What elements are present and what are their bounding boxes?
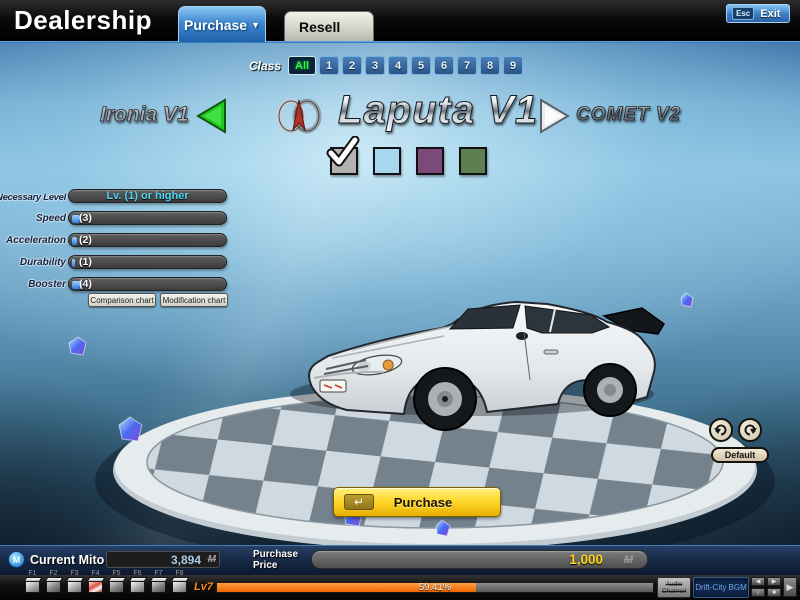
necessary-level-bar: Lv. (1) or higher [68,189,227,203]
current-mito-value: 3,894 [170,552,201,567]
top-bar: Dealership Purchase ▼ Resell Esc Exit [0,0,800,42]
previous-car-arrow[interactable] [194,97,228,135]
booster-value: (4) [79,278,92,290]
class-button-all[interactable]: All [288,56,317,75]
acceleration-fill [72,237,77,245]
previous-car-name: Ironia V1 [100,103,190,127]
tab-resell-label: Resell [299,18,341,35]
car-model[interactable] [290,301,665,431]
exit-button[interactable]: Esc Exit [726,4,790,23]
speed-value: (3) [79,212,92,224]
color-swatch-light-blue[interactable] [373,147,401,175]
xp-progress-bar: 59.41% [216,582,654,593]
speed-label: Speed [35,213,66,224]
page-title: Dealership [14,5,152,35]
level-badge: Lv7 [194,581,213,593]
class-button-5[interactable]: 5 [411,56,432,75]
f4-shortcut-icon[interactable] [88,580,103,593]
current-mito-label: Current Mito [30,553,105,567]
rotate-ccw-icon [714,424,727,436]
media-play-button[interactable]: ▶ [783,577,797,597]
comparison-chart-button[interactable]: Comparison chart [88,293,156,307]
rotate-ccw-button[interactable] [709,418,733,442]
brand-logo-icon [276,98,322,134]
purchase-price-value: 1,000 [569,552,603,567]
esc-key-badge: Esc [732,7,755,20]
purchase-price-label: Purchase Price [253,549,299,571]
f6-shortcut-icon[interactable] [130,580,145,593]
class-selector: Class All 1 2 3 4 5 6 7 8 9 [249,56,524,75]
default-view-button[interactable]: Default [711,447,769,463]
class-button-7[interactable]: 7 [457,56,478,75]
fkey-shortcut-icons [22,580,190,593]
fkey-labels: F1 F2 F3 F4 F5 F6 F7 F8 [28,570,184,577]
f1-shortcut-icon[interactable] [25,580,40,593]
f7-shortcut-icon[interactable] [151,580,166,593]
tab-purchase-label: Purchase [184,16,248,33]
durability-fill [72,259,75,267]
current-mito-field: 3,894 M [106,551,220,568]
acceleration-label: Acceleration [5,235,66,246]
necessary-level-label: Necessary Level [0,192,66,203]
tab-resell[interactable]: Resell [284,11,374,41]
durability-bar: (1) [68,255,227,269]
purchase-price-field: 1,000 M [311,550,648,569]
f2-shortcut-icon[interactable] [46,580,61,593]
booster-label: Booster [28,279,66,290]
color-swatch-purple[interactable] [416,147,444,175]
color-swatch-row [326,136,487,175]
class-button-6[interactable]: 6 [434,56,455,75]
tab-purchase[interactable]: Purchase ▼ [178,6,266,42]
class-button-9[interactable]: 9 [503,56,524,75]
dealership-screen: Dealership Purchase ▼ Resell Esc Exit Cl… [0,0,800,600]
selected-check-icon [326,136,360,167]
f3-shortcut-icon[interactable] [67,580,82,593]
enter-key-icon: ↵ [344,494,374,510]
speed-bar: (3) [68,211,227,225]
header-divider [0,41,800,43]
durability-value: (1) [79,256,92,268]
media-stop-button[interactable]: ■ [767,588,781,597]
dropdown-arrow-icon: ▼ [251,19,260,30]
f8-shortcut-icon[interactable] [172,580,187,593]
audio-channel-badge[interactable]: Audio Channel [657,577,691,598]
class-label: Class [249,58,282,73]
xp-progress-text: 59.41% [418,582,452,593]
exit-label: Exit [760,7,781,20]
acceleration-bar: (2) [68,233,227,247]
purchase-button-label: Purchase [393,494,453,510]
color-swatch-gray[interactable] [326,136,360,175]
rotate-cw-icon [744,424,757,436]
class-button-1[interactable]: 1 [319,56,340,75]
media-prev-button[interactable]: ◀ [751,577,765,586]
bgm-track-display: Drift-City BGM [693,577,749,598]
next-car-name: COMET V2 [576,104,682,126]
class-button-8[interactable]: 8 [480,56,501,75]
class-button-3[interactable]: 3 [365,56,386,75]
color-swatch-green[interactable] [459,147,487,175]
necessary-level-value: Lv. (1) or higher [106,190,189,202]
currency-symbol: M [207,554,216,565]
media-controls: ◀ ▶ ♪ ■ ▶ [751,577,798,598]
media-next-button[interactable]: ▶ [767,577,781,586]
class-button-4[interactable]: 4 [388,56,409,75]
purchase-button[interactable]: ↵ Purchase [333,487,501,517]
rotate-cw-button[interactable] [738,418,762,442]
next-car-arrow[interactable] [538,97,572,135]
mito-currency-icon: M [8,551,25,568]
f5-shortcut-icon[interactable] [109,580,124,593]
booster-bar: (4) [68,277,227,291]
modification-chart-button[interactable]: Modification chart [160,293,228,307]
taskbar: F1 F2 F3 F4 F5 F6 F7 F8 Lv7 59.41% Audio Cha… [0,570,800,600]
class-button-2[interactable]: 2 [342,56,363,75]
acceleration-value: (2) [79,234,92,246]
durability-label: Durability [19,257,66,268]
currency-symbol: M [623,553,633,566]
media-audio-button[interactable]: ♪ [751,588,765,597]
current-car-name: Laputa V1 [337,88,539,133]
